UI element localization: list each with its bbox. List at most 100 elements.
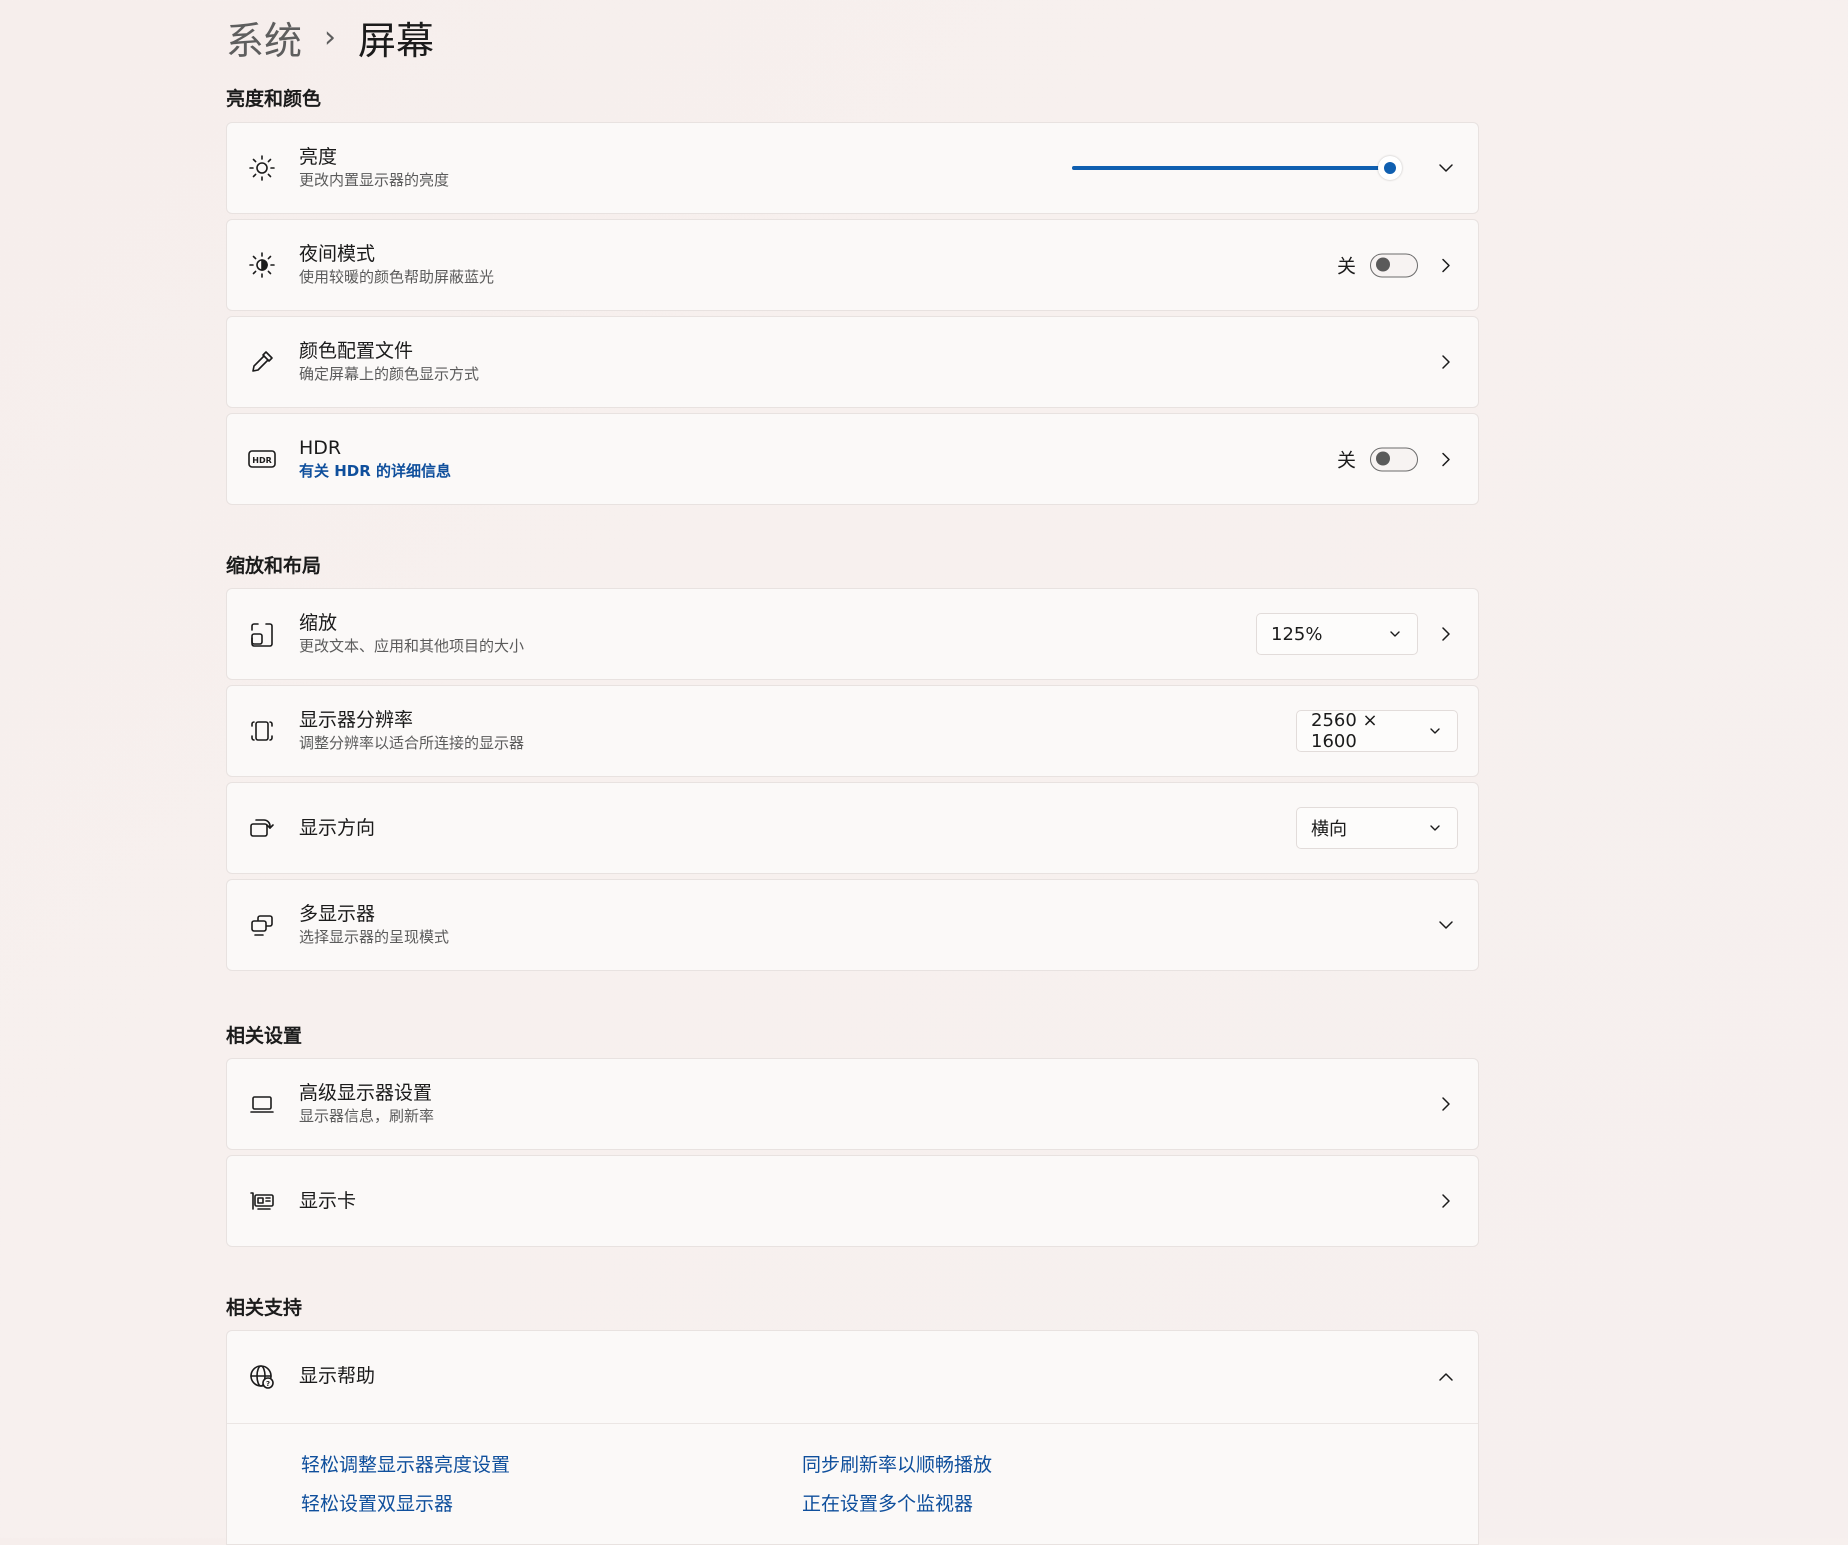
night-light-card[interactable]: 夜间模式 使用较暖的颜色帮助屏蔽蓝光 关: [226, 219, 1479, 311]
scale-subtitle: 更改文本、应用和其他项目的大小: [299, 637, 525, 655]
brightness-subtitle: 更改内置显示器的亮度: [299, 171, 450, 189]
rotate-display-icon: [247, 813, 277, 843]
help-link-dual-display[interactable]: 轻松设置双显示器: [301, 1489, 453, 1516]
display-help-title: 显示帮助: [299, 1365, 376, 1387]
hdr-toggle[interactable]: [1370, 447, 1418, 471]
night-light-subtitle: 使用较暖的颜色帮助屏蔽蓝光: [299, 268, 495, 286]
hdr-icon: HDR: [247, 444, 277, 474]
resolution-dropdown[interactable]: 2560 × 1600: [1296, 710, 1458, 752]
night-light-title: 夜间模式: [299, 243, 376, 265]
slider-fill: [1072, 166, 1390, 170]
orientation-title: 显示方向: [299, 817, 376, 839]
graphics-card-icon: [247, 1186, 277, 1216]
hdr-state-label: 关: [1336, 449, 1356, 472]
brightness-slider[interactable]: [1072, 156, 1402, 180]
advanced-display-controls: [1434, 1092, 1458, 1116]
display-help-card: ? 显示帮助 轻松调整显示器亮度设置 同步刷新率以顺畅播放 轻松设置双显示器 正…: [226, 1330, 1479, 1545]
orientation-text: 显示方向: [299, 816, 375, 840]
globe-help-icon: ?: [247, 1362, 277, 1392]
page-title: 屏幕: [358, 18, 435, 63]
display-help-links: 轻松调整显示器亮度设置 同步刷新率以顺畅播放 轻松设置双显示器 正在设置多个监视…: [227, 1424, 1478, 1544]
chevron-right-icon[interactable]: [1434, 1189, 1458, 1213]
breadcrumb: 系统 › 屏幕: [226, 0, 1479, 74]
color-profile-subtitle: 确定屏幕上的颜色显示方式: [299, 365, 480, 383]
multiple-displays-card[interactable]: 多显示器 选择显示器的呈现模式: [226, 879, 1479, 971]
night-light-state-label: 关: [1336, 255, 1356, 278]
display-help-header[interactable]: ? 显示帮助: [227, 1331, 1478, 1424]
orientation-card: 显示方向 横向: [226, 782, 1479, 874]
section-title-related-support: 相关支持: [226, 1297, 303, 1319]
multiple-displays-controls: [1434, 913, 1458, 937]
scale-dropdown[interactable]: 125%: [1256, 613, 1418, 655]
hdr-info-link[interactable]: 有关 HDR 的详细信息: [299, 460, 451, 482]
toggle-knob: [1376, 451, 1390, 466]
color-profile-title: 颜色配置文件: [299, 340, 414, 362]
advanced-display-text: 高级显示器设置 显示器信息，刷新率: [299, 1081, 434, 1127]
night-light-text: 夜间模式 使用较暖的颜色帮助屏蔽蓝光: [299, 242, 494, 288]
breadcrumb-parent-system[interactable]: 系统: [226, 10, 302, 65]
scale-controls: 125%: [1256, 613, 1458, 655]
graphics-card[interactable]: 显示卡: [226, 1155, 1479, 1247]
night-light-icon: [247, 250, 277, 280]
help-link-multiple-monitors[interactable]: 正在设置多个监视器: [802, 1489, 973, 1516]
chevron-right-icon[interactable]: [1434, 447, 1458, 471]
brightness-text: 亮度 更改内置显示器的亮度: [299, 145, 449, 191]
resolution-subtitle: 调整分辨率以适合所连接的显示器: [299, 734, 525, 752]
sun-icon: [247, 153, 277, 183]
scale-card: 缩放 更改文本、应用和其他项目的大小 125%: [226, 588, 1479, 680]
toggle-knob: [1376, 257, 1390, 272]
svg-text:?: ?: [266, 1380, 270, 1388]
scale-dropdown-value: 125%: [1271, 623, 1323, 645]
chevron-down-icon: [1427, 820, 1443, 836]
chevron-down-icon: [1427, 723, 1443, 739]
orientation-dropdown[interactable]: 横向: [1296, 807, 1458, 849]
chevron-down-icon: [1387, 626, 1403, 642]
chevron-right-icon[interactable]: [1434, 350, 1458, 374]
multiple-displays-title: 多显示器: [299, 903, 376, 925]
multiple-displays-subtitle: 选择显示器的呈现模式: [299, 928, 450, 946]
resolution-card: 显示器分辨率 调整分辨率以适合所连接的显示器 2560 × 1600: [226, 685, 1479, 777]
scale-icon: [247, 619, 277, 649]
slider-thumb[interactable]: [1378, 156, 1402, 180]
night-light-controls: 关: [1337, 252, 1458, 279]
svg-text:HDR: HDR: [252, 456, 272, 465]
breadcrumb-separator: ›: [324, 19, 337, 55]
section-title-scale-layout: 缩放和布局: [226, 555, 322, 577]
chevron-up-icon[interactable]: [1434, 1365, 1458, 1389]
graphics-controls: [1434, 1189, 1458, 1213]
night-light-toggle[interactable]: [1370, 253, 1418, 277]
advanced-display-subtitle: 显示器信息，刷新率: [299, 1107, 435, 1125]
color-profile-text: 颜色配置文件 确定屏幕上的颜色显示方式: [299, 339, 479, 385]
color-profile-card[interactable]: 颜色配置文件 确定屏幕上的颜色显示方式: [226, 316, 1479, 408]
orientation-controls: 横向: [1296, 807, 1458, 849]
multiple-displays-text: 多显示器 选择显示器的呈现模式: [299, 902, 449, 948]
brightness-card: 亮度 更改内置显示器的亮度: [226, 122, 1479, 214]
resolution-controls: 2560 × 1600: [1296, 710, 1458, 752]
chevron-down-icon[interactable]: [1434, 156, 1458, 180]
advanced-display-card[interactable]: 高级显示器设置 显示器信息，刷新率: [226, 1058, 1479, 1150]
chevron-down-icon[interactable]: [1434, 913, 1458, 937]
chevron-right-icon[interactable]: [1434, 253, 1458, 277]
chevron-right-icon[interactable]: [1434, 1092, 1458, 1116]
resolution-dropdown-value: 2560 × 1600: [1311, 710, 1378, 752]
help-link-brightness[interactable]: 轻松调整显示器亮度设置: [301, 1450, 510, 1477]
help-link-refresh-rate[interactable]: 同步刷新率以顺畅播放: [802, 1450, 992, 1477]
brightness-controls: [1072, 156, 1458, 180]
chevron-right-icon[interactable]: [1434, 622, 1458, 646]
section-title-related-settings: 相关设置: [226, 1025, 303, 1047]
graphics-title: 显示卡: [299, 1190, 357, 1212]
hdr-text: HDR 有关 HDR 的详细信息: [299, 436, 451, 482]
hdr-title: HDR: [299, 437, 342, 459]
resolution-title: 显示器分辨率: [299, 709, 414, 731]
section-title-brightness-color: 亮度和颜色: [226, 88, 322, 110]
laptop-icon: [247, 1089, 277, 1119]
multiple-displays-icon: [247, 910, 277, 940]
orientation-dropdown-value: 横向: [1311, 819, 1347, 840]
resolution-text: 显示器分辨率 调整分辨率以适合所连接的显示器: [299, 708, 524, 754]
advanced-display-title: 高级显示器设置: [299, 1082, 433, 1104]
hdr-controls: 关: [1337, 446, 1458, 473]
resolution-icon: [247, 716, 277, 746]
hdr-card[interactable]: HDR HDR 有关 HDR 的详细信息 关: [226, 413, 1479, 505]
settings-page: 系统 › 屏幕 亮度和颜色 亮度 更改内置显示器的亮度 夜间模式 使用较暖的颜色…: [226, 0, 1479, 1545]
scale-text: 缩放 更改文本、应用和其他项目的大小: [299, 611, 524, 657]
